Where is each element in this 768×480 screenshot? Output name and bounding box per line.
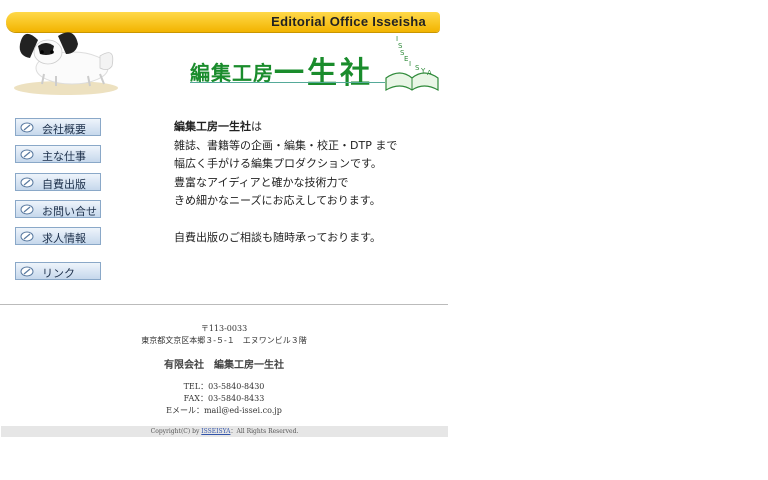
logo-big-text: 一生社 xyxy=(274,56,373,91)
nav-label: 求人情報 xyxy=(42,232,86,245)
intro-note: 自費出版のご相談も随時承っております。 xyxy=(174,231,382,244)
pen-icon xyxy=(20,177,34,188)
nav-recruitment[interactable]: 求人情報 xyxy=(15,227,101,245)
book-letter: E xyxy=(404,55,408,63)
book-letter: Y xyxy=(420,67,426,75)
book-letter: I xyxy=(409,60,411,68)
intro-company-name: 編集工房一生社 xyxy=(174,120,251,133)
fax-number: FAX：03-5840-8433 xyxy=(183,394,265,403)
book-letter: A xyxy=(427,69,432,77)
pen-icon xyxy=(20,266,34,277)
intro-line: 編集工房一生社は xyxy=(174,118,397,137)
nav-label: 自費出版 xyxy=(42,178,86,191)
copyright-suffix: ：All Rights Reserved. xyxy=(230,428,299,435)
nav-label: リンク xyxy=(42,267,75,280)
company-name: 有限会社 編集工房一生社 xyxy=(164,360,284,371)
pen-icon xyxy=(20,204,34,215)
company-logo: 編集工房一生社 xyxy=(190,48,373,92)
email-address: Eメール：mail@ed-issei.co.jp xyxy=(166,406,282,415)
intro-line: 豊富なアイディアと確かな技術力で xyxy=(174,175,349,189)
intro-spacer xyxy=(174,211,397,230)
nav-label: 会社概要 xyxy=(42,123,86,136)
intro-line: きめ細かなニーズにお応えしております。 xyxy=(174,194,381,207)
intro-line: 雑誌、書籍等の企画・編集・校正・DTP まで xyxy=(174,138,398,152)
logo-underline xyxy=(190,82,385,83)
nav-self-publishing[interactable]: 自費出版 xyxy=(15,173,101,191)
pen-icon xyxy=(20,231,34,242)
book-letter: S xyxy=(415,64,420,72)
nav-label: お問い合せ xyxy=(42,205,97,218)
intro-text: 編集工房一生社は 雑誌、書籍等の企画・編集・校正・DTP まで 幅広く手がける編… xyxy=(174,118,397,248)
nav-contact[interactable]: お問い合せ xyxy=(15,200,101,218)
site-title: Editorial Office Isseisha xyxy=(271,14,426,29)
open-book-icon: I S S E I S Y A xyxy=(385,35,439,92)
pen-icon xyxy=(20,149,34,160)
intro-text-fragment: は xyxy=(251,120,262,133)
pen-icon xyxy=(20,122,34,133)
copyright-bar: Copyright(C) by ISSEISYA：All Rights Rese… xyxy=(1,426,448,437)
nav-links[interactable]: リンク xyxy=(15,262,101,280)
intro-line: 幅広く手がける編集プロダクションです。 xyxy=(174,157,382,170)
postal-code: 〒113-0033 xyxy=(200,324,248,333)
address: 東京都文京区本郷３-５-１ エヌワンビル３階 xyxy=(141,336,307,345)
copyright-link[interactable]: ISSEISYA xyxy=(201,428,230,435)
copyright-prefix: Copyright(C) by xyxy=(150,428,200,435)
nav-main-work[interactable]: 主な仕事 xyxy=(15,145,101,163)
nav-label: 主な仕事 xyxy=(42,150,86,163)
phone-number: TEL：03-5840-8430 xyxy=(183,382,265,391)
dog-illustration xyxy=(14,32,118,95)
divider xyxy=(0,304,448,305)
nav-company-profile[interactable]: 会社概要 xyxy=(15,118,101,136)
